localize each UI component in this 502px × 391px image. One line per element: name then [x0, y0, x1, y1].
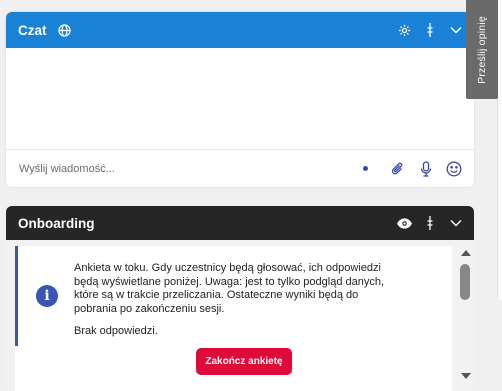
scroll-down-arrow[interactable] — [461, 373, 471, 379]
eye-icon[interactable] — [396, 215, 412, 231]
chat-messages-area — [6, 48, 474, 150]
scrollbar[interactable] — [458, 246, 472, 381]
end-poll-button[interactable]: Zakończ ankietę — [196, 348, 292, 375]
drag-handle-icon[interactable] — [422, 215, 438, 231]
chevron-down-icon[interactable] — [448, 22, 464, 38]
feedback-tab-label: Prześlij opinię — [476, 15, 488, 84]
info-icon: i — [36, 285, 58, 307]
chat-header[interactable]: Czat — [6, 12, 474, 48]
drag-handle-icon[interactable] — [422, 22, 438, 38]
onboarding-panel: Onboarding i Ankieta w toku. Gdy uczestn… — [6, 206, 474, 391]
scroll-thumb[interactable] — [460, 264, 470, 300]
globe-icon[interactable] — [57, 22, 73, 38]
poll-info-card: i Ankieta w toku. Gdy uczestnicy będą gł… — [15, 246, 445, 346]
attachment-icon[interactable] — [388, 159, 408, 179]
settings-icon[interactable] — [396, 22, 412, 38]
emoji-icon[interactable] — [444, 159, 464, 179]
onboarding-content: i Ankieta w toku. Gdy uczestnicy będą gł… — [15, 246, 452, 391]
scroll-up-arrow[interactable] — [461, 250, 471, 256]
chat-panel: Czat — [6, 12, 474, 187]
poll-info-text: Ankieta w toku. Gdy uczestnicy będą głos… — [74, 262, 404, 339]
chat-input-bar — [6, 150, 474, 187]
chevron-down-icon[interactable] — [448, 215, 464, 231]
chat-title: Czat — [18, 22, 47, 38]
feedback-tab[interactable]: Prześlij opinię — [466, 0, 498, 99]
no-responses-text: Brak odpowiedzi. — [74, 325, 158, 337]
onboarding-title: Onboarding — [18, 215, 95, 231]
microphone-icon[interactable] — [416, 159, 436, 179]
onboarding-header[interactable]: Onboarding — [6, 206, 474, 240]
chat-message-input[interactable] — [19, 162, 363, 175]
status-dot — [363, 166, 368, 171]
poll-info-message: Ankieta w toku. Gdy uczestnicy będą głos… — [74, 262, 385, 315]
